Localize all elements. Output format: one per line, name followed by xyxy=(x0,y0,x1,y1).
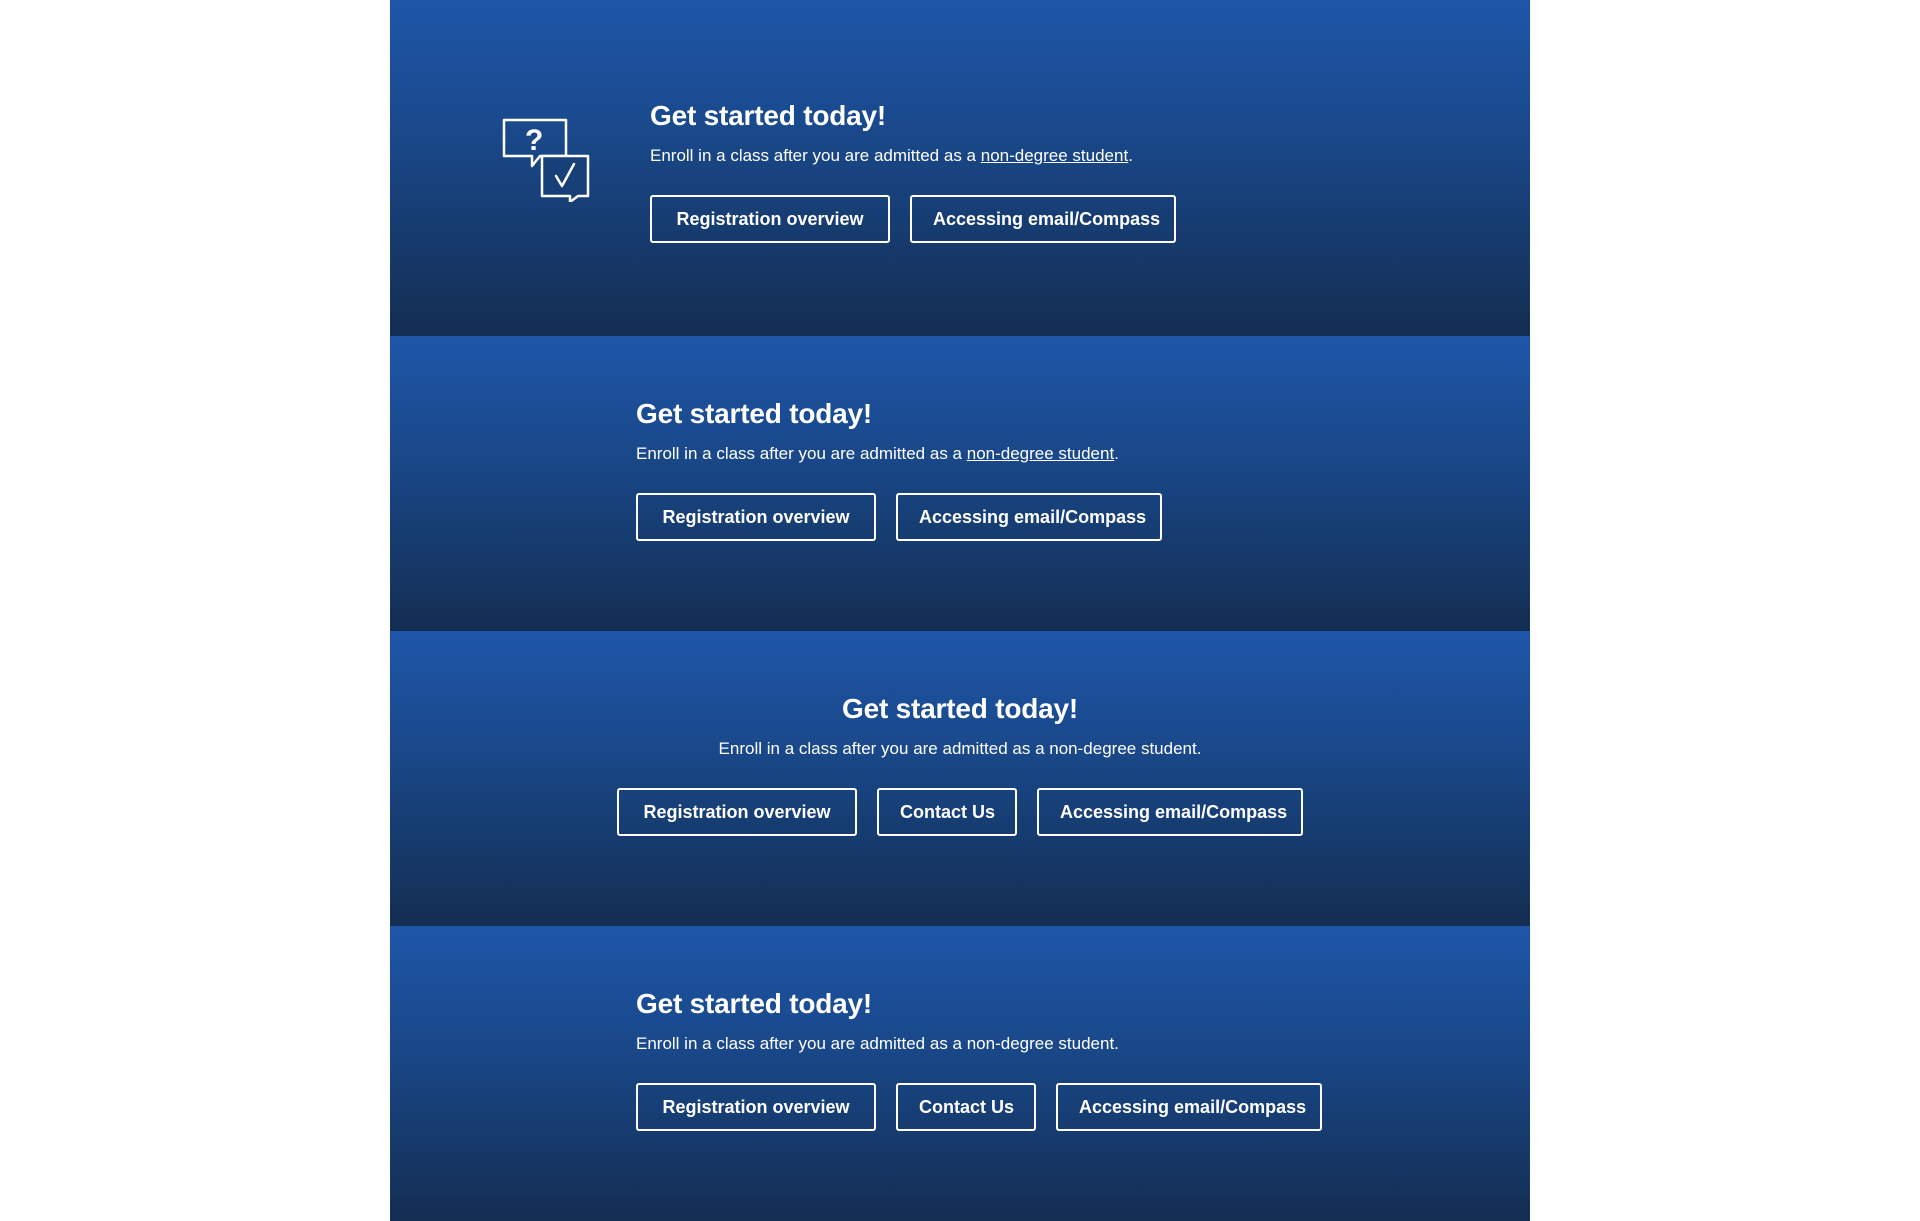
section-heading: Get started today! xyxy=(842,693,1078,724)
description-suffix: . xyxy=(1114,444,1119,463)
cta-band-with-icon: ? Get started today! Enroll in a class a… xyxy=(390,0,1530,336)
cta-band-left: Get started today! Enroll in a class aft… xyxy=(390,336,1530,631)
accessing-email-compass-button[interactable]: Accessing email/Compass xyxy=(1056,1083,1322,1131)
registration-overview-button[interactable]: Registration overview xyxy=(636,493,876,541)
button-row: Registration overview Accessing email/Co… xyxy=(650,195,1176,243)
non-degree-student-link[interactable]: non-degree student xyxy=(981,146,1128,165)
description-suffix: . xyxy=(1128,146,1133,165)
contact-us-button[interactable]: Contact Us xyxy=(896,1083,1036,1131)
cta-content: Get started today! Enroll in a class aft… xyxy=(636,984,1322,1131)
accessing-email-compass-button[interactable]: Accessing email/Compass xyxy=(896,493,1162,541)
description-text: Enroll in a class after you are admitted… xyxy=(650,146,981,165)
svg-text:?: ? xyxy=(525,124,543,157)
registration-overview-button[interactable]: Registration overview xyxy=(617,788,857,836)
cta-sections: ? Get started today! Enroll in a class a… xyxy=(390,0,1530,1221)
section-description: Enroll in a class after you are admitted… xyxy=(636,1034,1119,1053)
button-row: Registration overview Accessing email/Co… xyxy=(636,493,1162,541)
non-degree-student-link[interactable]: non-degree student xyxy=(967,444,1114,463)
description-text: Enroll in a class after you are admitted… xyxy=(636,444,967,463)
question-check-chat-icon: ? xyxy=(502,118,590,202)
contact-us-button[interactable]: Contact Us xyxy=(877,788,1017,836)
cta-content: Get started today! Enroll in a class aft… xyxy=(650,96,1176,243)
section-description: Enroll in a class after you are admitted… xyxy=(718,739,1202,758)
cta-content: Get started today! Enroll in a class aft… xyxy=(390,689,1530,836)
cta-band-left-three-buttons: Get started today! Enroll in a class aft… xyxy=(390,926,1530,1221)
button-row: Registration overview Contact Us Accessi… xyxy=(636,1083,1322,1131)
section-description: Enroll in a class after you are admitted… xyxy=(636,442,1162,466)
button-row: Registration overview Contact Us Accessi… xyxy=(390,788,1530,836)
cta-content: Get started today! Enroll in a class aft… xyxy=(636,394,1162,541)
section-heading: Get started today! xyxy=(636,398,872,429)
accessing-email-compass-button[interactable]: Accessing email/Compass xyxy=(910,195,1176,243)
accessing-email-compass-button[interactable]: Accessing email/Compass xyxy=(1037,788,1303,836)
section-heading: Get started today! xyxy=(650,100,886,131)
cta-band-centered: Get started today! Enroll in a class aft… xyxy=(390,631,1530,926)
registration-overview-button[interactable]: Registration overview xyxy=(650,195,890,243)
registration-overview-button[interactable]: Registration overview xyxy=(636,1083,876,1131)
section-description: Enroll in a class after you are admitted… xyxy=(650,144,1176,168)
section-heading: Get started today! xyxy=(636,988,872,1019)
